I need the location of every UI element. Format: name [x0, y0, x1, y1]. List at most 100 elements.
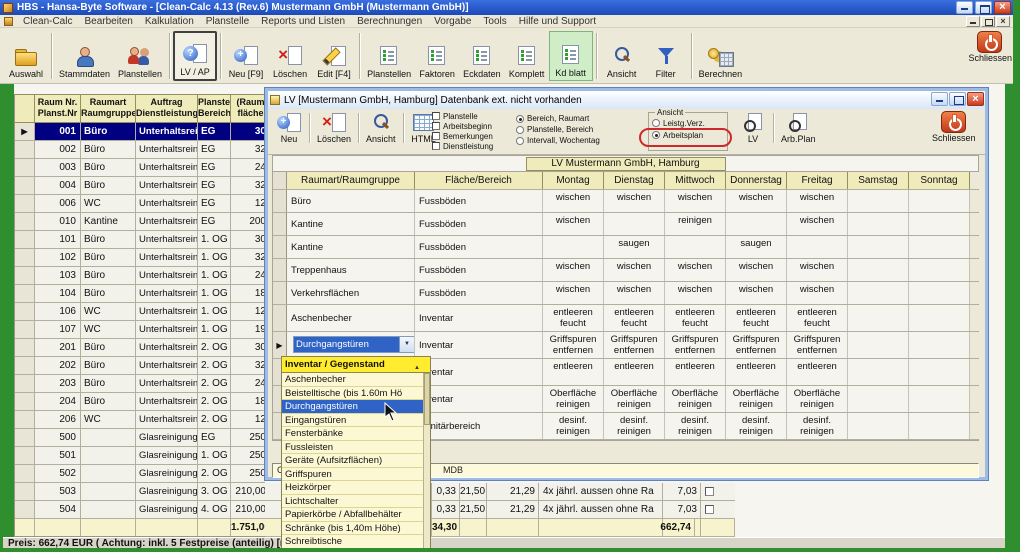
table-row[interactable]: 104BüroUnterhaltsreini1. OG18: [15, 285, 265, 303]
dropdown-item[interactable]: Aschenbecher: [282, 373, 430, 387]
menu-item-clean-calc[interactable]: Clean-Calc: [17, 16, 78, 27]
dialog-view-button-arb-plan[interactable]: Arb.Plan: [777, 111, 820, 145]
table-row[interactable]: 500GlasreinigungEG250: [15, 429, 265, 447]
table-row[interactable]: 103BüroUnterhaltsreini1. OG24: [15, 267, 265, 285]
table-row[interactable]: BüroFussbödenwischenwischenwischenwische…: [273, 190, 978, 213]
table-row[interactable]: KantineFussbödensaugensaugen: [273, 236, 978, 259]
table-row[interactable]: 204BüroUnterhaltsreini2. OG18: [15, 393, 265, 411]
table-row[interactable]: 206WCUnterhaltsreini2. OG12: [15, 411, 265, 429]
radio-option[interactable]: Arbeitsplan: [652, 129, 724, 141]
table-row[interactable]: TreppenhausFussbödenwischenwischenwische…: [273, 259, 978, 282]
dialog-close-button[interactable]: [967, 92, 984, 106]
toolbar-button-kd-blatt[interactable]: Kd blatt: [549, 31, 593, 81]
table-row[interactable]: 010KantineUnterhaltsreiniEG200: [15, 213, 265, 231]
menu-item-bearbeiten[interactable]: Bearbeiten: [78, 16, 138, 27]
table-row[interactable]: ▶Durchgangstüren▼InventarGriffspuren ent…: [273, 332, 978, 359]
toolbar-button-auswahl[interactable]: Auswahl: [4, 31, 48, 81]
toolbar-button-faktoren[interactable]: Faktoren: [415, 31, 459, 81]
table-row[interactable]: 004BüroUnterhaltsreiniEG32: [15, 177, 265, 195]
checkbox-option[interactable]: Arbeitsbeginn: [432, 121, 493, 131]
menu-item-vorgabe[interactable]: Vorgabe: [428, 16, 477, 27]
checkbox-option[interactable]: Bemerkungen: [432, 131, 493, 141]
checkbox[interactable]: [705, 505, 714, 514]
table-row[interactable]: 201BüroUnterhaltsreini2. OG30: [15, 339, 265, 357]
table-row[interactable]: 503Glasreinigung3. OG210,00: [15, 483, 265, 501]
toolbar-button-berechnen[interactable]: Berechnen: [695, 31, 747, 81]
menu-item-tools[interactable]: Tools: [477, 16, 512, 27]
dropdown-item[interactable]: Griffspuren: [282, 468, 430, 482]
toolbar-button-l-schen[interactable]: Löschen: [268, 31, 312, 81]
radio-option[interactable]: Leistg.Verz.: [652, 117, 724, 129]
table-row[interactable]: 006WCUnterhaltsreiniEG12: [15, 195, 265, 213]
dropdown-item[interactable]: Eingangstüren: [282, 414, 430, 428]
dropdown-scrollbar[interactable]: ▼: [423, 373, 430, 552]
table-row[interactable]: 203BüroUnterhaltsreini2. OG24: [15, 375, 265, 393]
dropdown-item[interactable]: Schreibtische: [282, 535, 430, 549]
dropdown-item[interactable]: Papierkörbe / Abfallbehälter: [282, 508, 430, 522]
dropdown-item[interactable]: Fensterbänke: [282, 427, 430, 441]
toolbar-button-filter[interactable]: Filter: [644, 31, 688, 81]
menu-item-planstelle[interactable]: Planstelle: [200, 16, 255, 27]
mdi-close-button[interactable]: [996, 16, 1010, 27]
toolbar-button-edit-f4-[interactable]: Edit [F4]: [312, 31, 356, 81]
table-row[interactable]: 202BüroUnterhaltsreini2. OG32: [15, 357, 265, 375]
table-row[interactable]: 106WCUnterhaltsreini1. OG12: [15, 303, 265, 321]
maximize-button[interactable]: [975, 1, 992, 14]
table-row[interactable]: AschenbecherInventarentleeren feuchtentl…: [273, 305, 978, 332]
radio-option[interactable]: Intervall, Wochentag: [516, 135, 600, 146]
menu-item-hilfe-und-support[interactable]: Hilfe und Support: [513, 16, 602, 27]
dialog-toolbar-button-l-schen[interactable]: Löschen: [313, 111, 355, 145]
toolbar-button-stammdaten[interactable]: Stammdaten: [55, 31, 114, 81]
dialog-schliessen-button[interactable]: Schliessen: [932, 111, 976, 143]
toolbar-button-neu-f9-[interactable]: Neu [F9]: [224, 31, 268, 81]
table-row[interactable]: 101BüroUnterhaltsreini1. OG30: [15, 231, 265, 249]
new-doc-icon: [233, 45, 259, 67]
radio-option[interactable]: Planstelle, Bereich: [516, 124, 600, 135]
dropdown-header[interactable]: Inventar / Gegenstand ▲: [282, 357, 430, 373]
mdi-minimize-button[interactable]: [966, 16, 980, 27]
dialog-minimize-button[interactable]: [931, 92, 948, 106]
dialog-restore-button[interactable]: [949, 92, 966, 106]
toolbar-button-planstellen[interactable]: Planstellen: [363, 31, 415, 81]
toolbar-button-planstellen[interactable]: Planstellen: [114, 31, 166, 81]
mdi-restore-button[interactable]: [981, 16, 995, 27]
table-row[interactable]: 002BüroUnterhaltsreiniEG32: [15, 141, 265, 159]
checkbox-option[interactable]: Planstelle: [432, 111, 493, 121]
dropdown-item[interactable]: Schränke (bis 1,40m Höhe): [282, 522, 430, 536]
dropdown-item[interactable]: Heizkörper: [282, 481, 430, 495]
table-row[interactable]: 504Glasreinigung4. OG210,00: [15, 501, 265, 519]
dropdown-item[interactable]: Beistelltische (bis 1.60m Hö: [282, 387, 430, 401]
toolbar-button-eckdaten[interactable]: Eckdaten: [459, 31, 505, 81]
dropdown-item[interactable]: Durchgangstüren: [282, 400, 430, 414]
table-row[interactable]: 501Glasreinigung1. OG250: [15, 447, 265, 465]
menu-item-berechnungen[interactable]: Berechnungen: [351, 16, 428, 27]
checkbox-option[interactable]: Dienstleistung: [432, 141, 493, 151]
table-row[interactable]: 107WCUnterhaltsreini1. OG19: [15, 321, 265, 339]
toolbar-button-ansicht[interactable]: Ansicht: [600, 31, 644, 81]
row-selector: [15, 249, 35, 266]
dropdown-item[interactable]: Geräte (Aufsitzflächen): [282, 454, 430, 468]
menu-item-reports-und-listen[interactable]: Reports und Listen: [255, 16, 351, 27]
inventar-combobox[interactable]: Durchgangstüren▼: [293, 336, 415, 353]
dialog-toolbar-button-ansicht[interactable]: Ansicht: [362, 111, 400, 145]
dropdown-item[interactable]: Fussleisten: [282, 441, 430, 455]
scrollbar-thumb[interactable]: [424, 373, 430, 425]
table-row[interactable]: 003BüroUnterhaltsreiniEG24: [15, 159, 265, 177]
table-row[interactable]: VerkehrsflächenFussbödenwischenwischenwi…: [273, 282, 978, 305]
radio-option[interactable]: Bereich, Raumart: [516, 113, 600, 124]
app-schliessen-button[interactable]: Schliessen: [968, 31, 1012, 63]
dropdown-item[interactable]: Lichtschalter: [282, 495, 430, 509]
toolbar-button-komplett[interactable]: Komplett: [505, 31, 549, 81]
table-row[interactable]: 102BüroUnterhaltsreini1. OG32: [15, 249, 265, 267]
minimize-button[interactable]: [956, 1, 973, 14]
chevron-down-icon[interactable]: ▼: [399, 337, 414, 352]
table-row[interactable]: 502Glasreinigung2. OG250: [15, 465, 265, 483]
table-row[interactable]: ▶001BüroUnterhaltsreinEG30: [15, 123, 265, 141]
checkbox[interactable]: [705, 487, 714, 496]
menu-item-kalkulation[interactable]: Kalkulation: [139, 16, 200, 27]
table-row[interactable]: KantineFussbödenwischenreinigenwischen: [273, 213, 978, 236]
dialog-toolbar-button-neu[interactable]: Neu: [272, 111, 306, 145]
toolbar-button-lv-ap[interactable]: LV / AP: [173, 31, 217, 81]
dialog-view-button-lv[interactable]: LV: [736, 111, 770, 145]
close-button[interactable]: [994, 1, 1011, 14]
